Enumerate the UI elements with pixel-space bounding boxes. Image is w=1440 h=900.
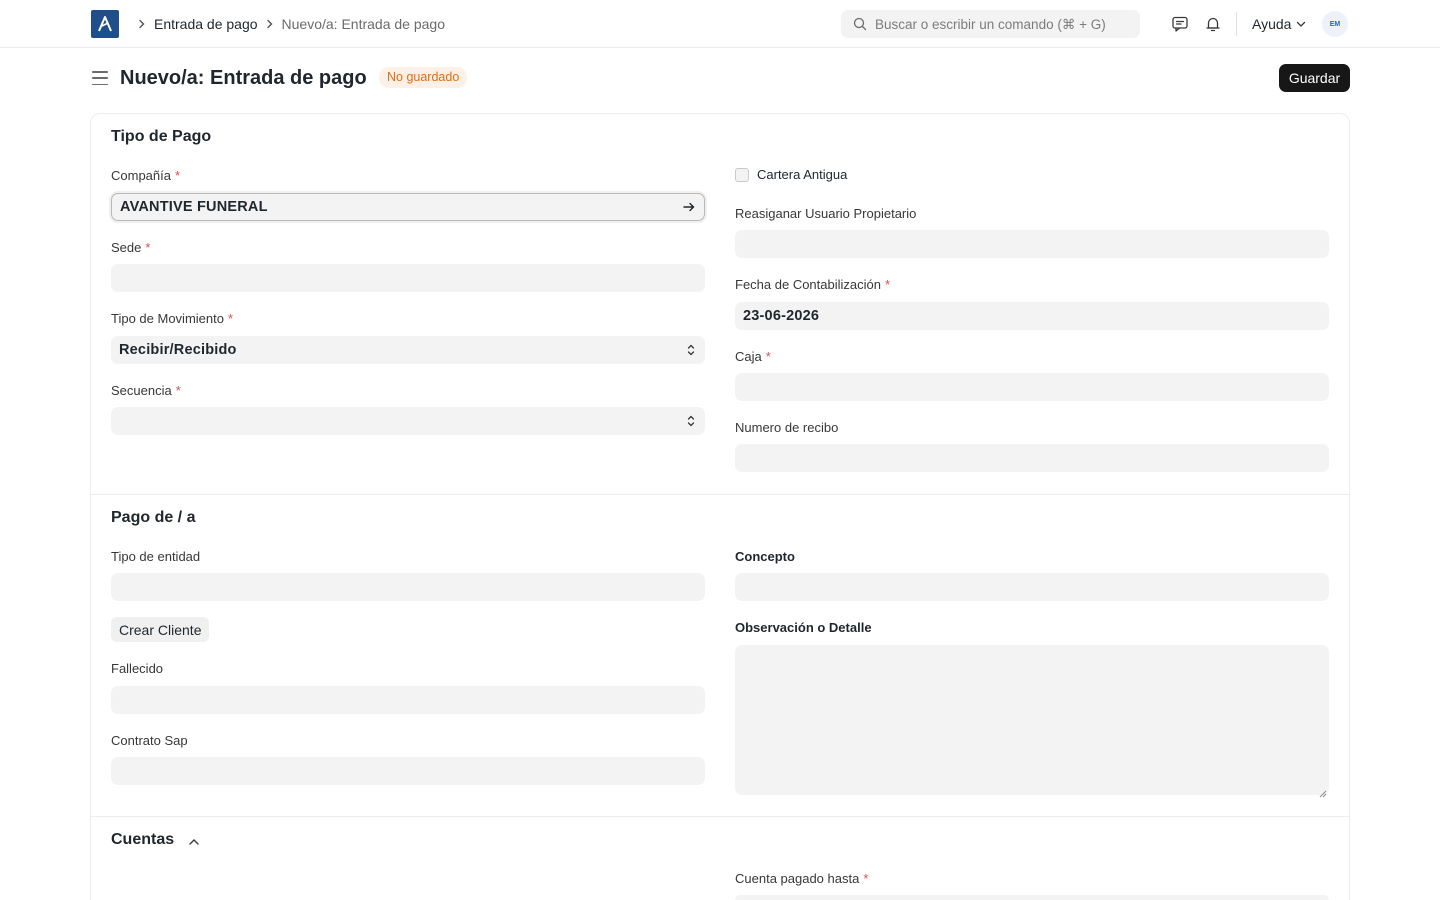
cartera-antigua-checkbox[interactable] — [735, 168, 749, 182]
concepto-field[interactable] — [735, 573, 1329, 601]
compania-field[interactable]: AVANTIVE FUNERAL — [111, 193, 705, 221]
hamburger-icon[interactable] — [91, 69, 109, 87]
tipo-entidad-label: Tipo de entidad — [111, 549, 201, 564]
caja-label: Caja * — [735, 349, 771, 364]
cuenta-pagado-hasta-field[interactable] — [735, 895, 1329, 900]
search-input[interactable] — [875, 16, 1135, 32]
compania-value: AVANTIVE FUNERAL — [120, 199, 268, 215]
search-icon — [853, 17, 867, 31]
reasignar-usuario-label: Reasiganar Usuario Propietario — [735, 206, 917, 221]
top-navbar: Entrada de pago Nuevo/a: Entrada de pago… — [0, 0, 1440, 48]
chevron-up-icon[interactable] — [186, 834, 202, 850]
breadcrumb: Entrada de pago Nuevo/a: Entrada de pago — [130, 0, 445, 48]
select-updown-icon — [685, 343, 697, 357]
observacion-label: Observación o Detalle — [735, 620, 872, 635]
sede-field[interactable] — [111, 264, 705, 292]
concepto-label: Concepto — [735, 549, 795, 564]
section-title-pago-de: Pago de / a — [111, 509, 196, 526]
sede-label: Sede * — [111, 240, 151, 255]
chat-icon[interactable] — [1170, 14, 1190, 34]
tipo-movimiento-select[interactable]: Recibir/Recibido — [111, 336, 705, 364]
crear-cliente-button[interactable]: Crear Cliente — [111, 617, 210, 642]
fecha-contabilizacion-label: Fecha de Contabilización * — [735, 277, 891, 292]
breadcrumb-item-entrada-de-pago[interactable]: Entrada de pago — [154, 16, 258, 32]
page-title: Nuevo/a: Entrada de pago — [120, 67, 367, 89]
tipo-entidad-field[interactable] — [111, 573, 705, 601]
chevron-right-icon — [265, 19, 275, 29]
resize-grip-icon[interactable] — [1319, 785, 1327, 798]
caja-field[interactable] — [735, 373, 1329, 401]
app-logo-icon[interactable] — [91, 10, 119, 38]
navbar-divider — [1236, 12, 1237, 36]
numero-recibo-field[interactable] — [735, 444, 1329, 472]
help-label: Ayuda — [1252, 16, 1292, 32]
fallecido-field[interactable] — [111, 686, 705, 714]
secuencia-label: Secuencia * — [111, 383, 181, 398]
avatar[interactable]: EM — [1322, 11, 1348, 37]
tipo-movimiento-value: Recibir/Recibido — [119, 342, 237, 358]
section-title-tipo-de-pago: Tipo de Pago — [111, 128, 212, 145]
secuencia-select[interactable] — [111, 407, 705, 435]
help-dropdown[interactable]: Ayuda — [1252, 0, 1306, 48]
cartera-antigua-label[interactable]: Cartera Antigua — [757, 167, 847, 183]
observacion-textarea[interactable] — [735, 645, 1329, 798]
save-button[interactable]: Guardar — [1279, 64, 1350, 92]
numero-recibo-label: Numero de recibo — [735, 420, 839, 435]
cuenta-pagado-hasta-label: Cuenta pagado hasta * — [735, 871, 869, 886]
reasignar-usuario-field[interactable] — [735, 230, 1329, 258]
section-title-cuentas[interactable]: Cuentas — [111, 830, 174, 850]
contrato-sap-label: Contrato Sap — [111, 733, 188, 748]
compania-label: Compañía * — [111, 168, 181, 183]
fecha-contabilizacion-field[interactable]: 23-06-2026 — [735, 302, 1329, 330]
section-divider — [91, 494, 1349, 495]
section-divider — [91, 816, 1349, 817]
chevron-down-icon — [1296, 19, 1306, 29]
tipo-movimiento-label: Tipo de Movimiento * — [111, 311, 234, 326]
arrow-right-icon[interactable] — [682, 200, 696, 214]
bell-icon[interactable] — [1203, 14, 1223, 34]
search-bar[interactable] — [841, 10, 1140, 38]
contrato-sap-field[interactable] — [111, 757, 705, 785]
breadcrumb-item-current[interactable]: Nuevo/a: Entrada de pago — [282, 16, 445, 32]
chevron-right-icon — [137, 19, 147, 29]
select-updown-icon — [685, 414, 697, 428]
status-badge: No guardado — [379, 67, 468, 88]
fallecido-label: Fallecido — [111, 661, 164, 676]
